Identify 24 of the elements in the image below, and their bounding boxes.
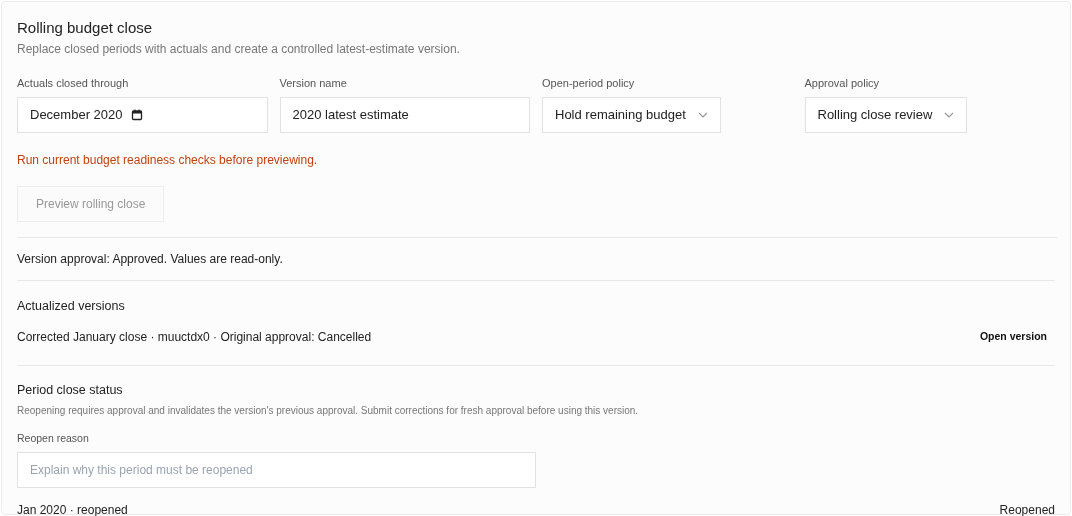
warning-message: Run current budget readiness checks before previewing. [17,151,319,169]
select-dropdown[interactable]: Hold remaining budget [542,96,721,133]
select-dropdown[interactable]: Rolling close review [804,96,968,133]
panel-title: Rolling budget close [17,19,154,37]
approval-status: Version approval: Approved. Values are read-only. [17,250,284,268]
field-label: Approval policy [804,76,881,91]
period-status: Reopened [999,501,1055,516]
field-label: Reopen reason [17,431,90,446]
section-heading: Actualized versions [17,297,126,315]
text-field[interactable]: 2020 latest estimate [279,96,530,133]
field-label: Version name [279,76,348,91]
section-heading: Period close status [17,382,124,400]
period-row-text: Jan 2020 · reopened [17,501,128,516]
chevron-down-icon [944,111,955,118]
panel-subtitle: Replace closed periods with actuals and create a controlled latest-estimate version. [17,41,461,58]
reason-field[interactable]: Explain why this period must be reopened [17,451,536,488]
field-label: Open-period policy [542,76,636,91]
date-field[interactable]: December 2020 [17,96,268,133]
calendar-icon [130,108,143,121]
open-version-button[interactable]: Open version [971,329,1055,346]
chevron-down-icon [697,111,708,118]
version-row-text: Corrected January close · muuctdx0 · Original approval: Cancelled [17,329,372,347]
section-note: Reopening requires approval and invalidates the version's previous approval. Submit corrections for fresh approval before using this version. [17,404,640,418]
field-label: Actuals closed through [17,76,130,91]
